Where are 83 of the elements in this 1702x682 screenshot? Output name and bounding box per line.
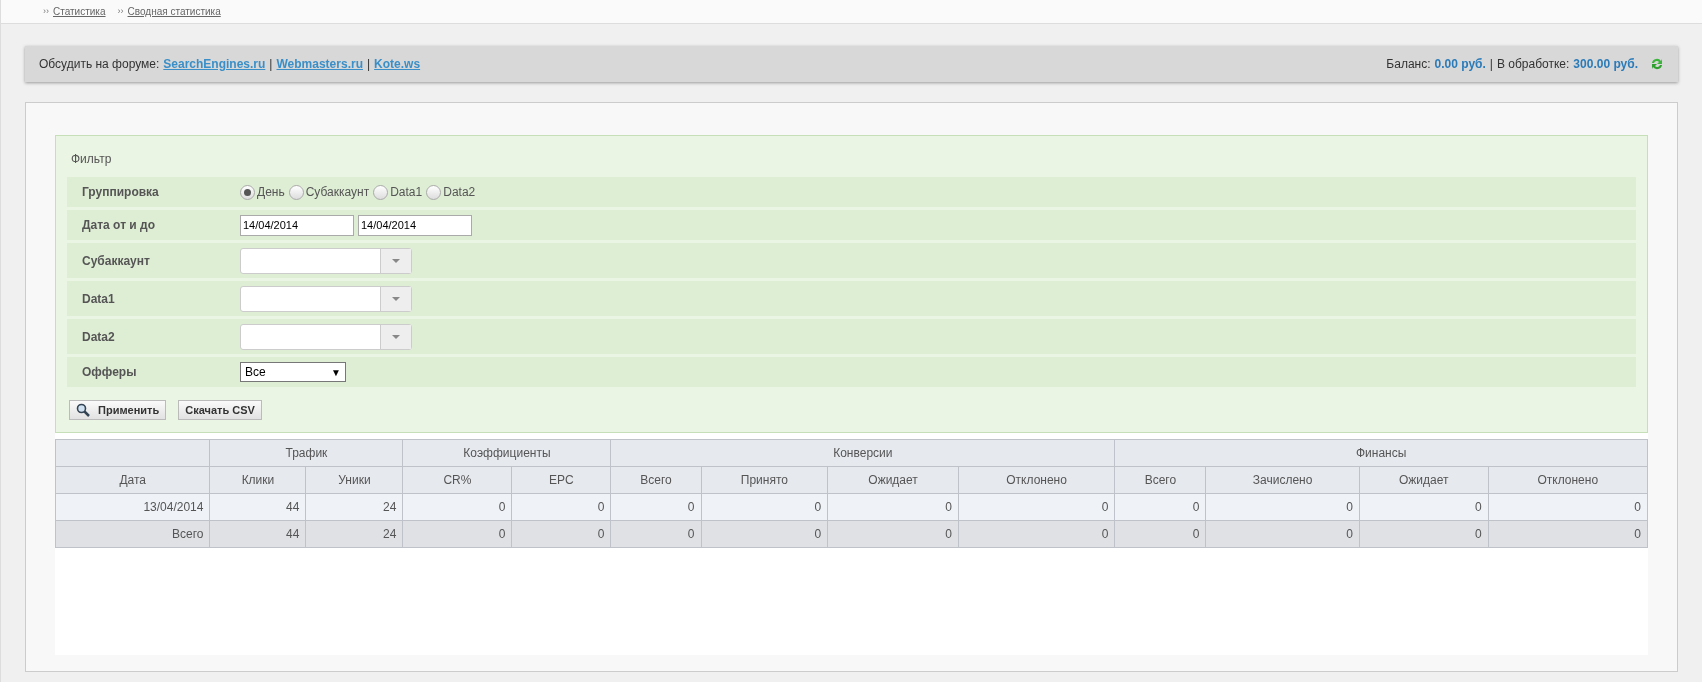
breadcrumb-link[interactable]: Статистика — [53, 4, 106, 19]
radio-label: Data2 — [443, 184, 476, 201]
breadcrumb-separator: ›› — [117, 4, 124, 18]
column-header: Всего — [610, 466, 701, 494]
column-header: Клики — [209, 466, 306, 494]
link-separator: | — [269, 56, 273, 73]
table-cell: 0 — [701, 520, 828, 548]
table-cell: 0 — [1359, 520, 1489, 548]
filter-title: Фильтр — [70, 151, 113, 168]
table-cell: 0 — [1359, 493, 1489, 521]
radio-button[interactable] — [373, 184, 389, 200]
table-cell: 0 — [402, 520, 512, 548]
column-header: Отклонено — [958, 466, 1115, 494]
offers-select[interactable]: Все ▼ — [240, 362, 346, 382]
table-cell: 0 — [1205, 493, 1360, 521]
table-cell: 0 — [1488, 493, 1648, 521]
processing-label: В обработке: — [1496, 56, 1570, 73]
radio-label: Data1 — [390, 184, 423, 201]
column-group-header: Финансы — [1114, 439, 1648, 467]
radio-label: Субаккаунт — [305, 184, 370, 201]
field-label: Дата от и до — [82, 217, 156, 234]
table-cell: 0 — [827, 520, 959, 548]
column-header: Всего — [1114, 466, 1206, 494]
processing-value: 300.00 руб. — [1573, 56, 1638, 73]
table-cell: 24 — [305, 493, 403, 521]
table-cell: 0 — [610, 493, 701, 521]
table-cell: 44 — [209, 520, 306, 548]
balance-value: 0.00 руб. — [1434, 56, 1486, 73]
dropdown-caret-icon — [392, 258, 400, 263]
table-cell: 0 — [1488, 520, 1648, 548]
column-header: CR% — [402, 466, 512, 494]
link-separator: | — [366, 56, 371, 73]
table-cell: 0 — [1114, 493, 1206, 521]
field-label: Data1 — [82, 290, 116, 308]
column-header: Отклонено — [1488, 466, 1648, 494]
dropdown-caret-icon — [392, 296, 400, 301]
combo-field[interactable] — [240, 285, 412, 312]
combo-field[interactable] — [240, 247, 412, 274]
column-group-header: Трафик — [209, 439, 403, 467]
balance-separator: | — [1489, 56, 1493, 73]
table-cell: 0 — [958, 520, 1115, 548]
magnifier-icon — [76, 403, 90, 417]
filter-button[interactable]: Применить — [69, 400, 167, 420]
column-group-header: Конверсии — [610, 439, 1115, 467]
dropdown-caret-icon — [392, 334, 400, 339]
table-cell: 13/04/2014 — [55, 493, 210, 521]
column-header: Дата — [55, 466, 210, 494]
column-header: Ожидает — [1359, 466, 1489, 494]
column-header: Зачислено — [1205, 466, 1360, 494]
column-header: Ожидает — [827, 466, 959, 494]
date-field[interactable]: 14/04/2014 — [240, 214, 354, 236]
field-label: Группировка — [82, 184, 160, 201]
date-field[interactable]: 14/04/2014 — [358, 214, 472, 236]
table-cell: 0 — [1114, 520, 1206, 548]
column-header: Уники — [305, 466, 403, 494]
radio-button[interactable] — [288, 184, 304, 200]
field-label: Офферы — [82, 364, 138, 381]
breadcrumb-separator: ›› — [43, 4, 49, 18]
field-label: Субаккаунт — [82, 252, 151, 270]
table-cell: 0 — [511, 520, 611, 548]
column-header: EPC — [511, 466, 611, 494]
breadcrumb-link[interactable]: Сводная статистика — [127, 4, 221, 19]
column-group-header: Коэффициенты — [402, 439, 611, 467]
table-cell: 0 — [827, 493, 959, 521]
refresh-icon[interactable] — [1650, 57, 1664, 71]
filter-button[interactable]: Скачать CSV — [178, 400, 262, 420]
forum-label: Обсудить на форуме: — [39, 56, 160, 73]
table-cell: 0 — [958, 493, 1115, 521]
combo-field[interactable] — [240, 323, 412, 350]
table-cell: 0 — [402, 493, 512, 521]
table-cell: 24 — [305, 520, 403, 548]
table-cell: 0 — [610, 520, 701, 548]
radio-label: День — [257, 184, 285, 201]
table-cell: 0 — [701, 493, 828, 521]
column-header: Принято — [701, 466, 828, 494]
field-label: Data2 — [82, 328, 116, 346]
radio-button[interactable] — [240, 184, 255, 200]
table-cell: 44 — [209, 493, 306, 521]
radio-button[interactable] — [426, 184, 442, 200]
table-cell: Всего — [55, 520, 210, 548]
table-cell: 0 — [511, 493, 611, 521]
balance-label: Баланс: — [1386, 56, 1431, 73]
table-cell: 0 — [1205, 520, 1360, 548]
